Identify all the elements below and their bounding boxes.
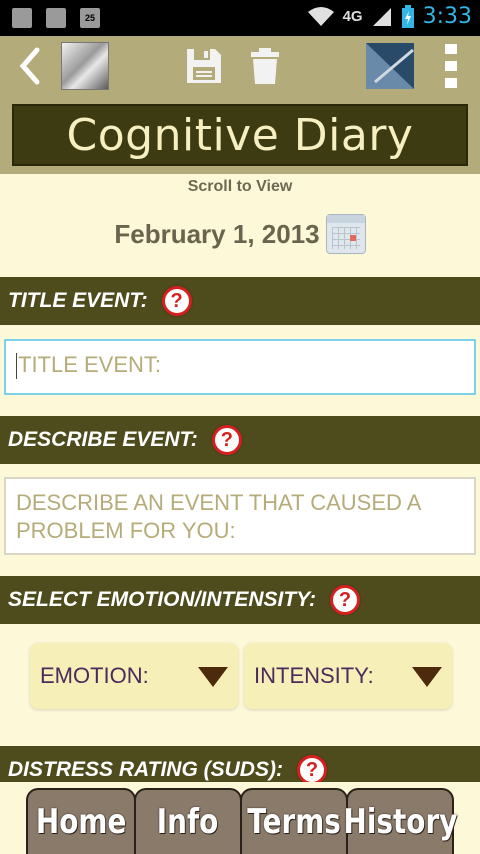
- help-icon[interactable]: ?: [161, 286, 192, 316]
- nav-terms[interactable]: Terms: [240, 788, 348, 854]
- help-icon[interactable]: ?: [296, 755, 327, 785]
- app-logo-icon: [61, 42, 109, 90]
- notification-badge-icon: 25: [80, 8, 100, 28]
- app-title: Cognitive Diary: [66, 109, 414, 161]
- calendar-icon[interactable]: [325, 214, 366, 254]
- chevron-down-icon: [198, 667, 228, 687]
- nav-info[interactable]: Info: [134, 788, 242, 854]
- section-title: TITLE EVENT:: [8, 289, 148, 312]
- signal-icon: [372, 7, 391, 26]
- help-icon[interactable]: ?: [211, 425, 242, 455]
- intensity-label: INTENSITY:: [254, 663, 374, 688]
- emotion-dropdown[interactable]: EMOTION:: [30, 643, 238, 709]
- save-icon: [187, 49, 221, 83]
- back-icon: [19, 47, 40, 85]
- chevron-down-icon: [412, 667, 442, 687]
- describe-event-input[interactable]: DESCRIBE AN EVENT THAT CAUSED A PROBLEM …: [4, 477, 476, 555]
- date-label[interactable]: February 1, 2013: [114, 219, 319, 250]
- clock: 3:33: [422, 4, 472, 29]
- title-event-header: TITLE EVENT: ?: [0, 277, 480, 325]
- battery-icon: [401, 4, 414, 28]
- status-bar: 25 4G 3:33: [0, 0, 480, 36]
- overflow-menu-icon: [445, 44, 457, 88]
- nav-info-label: Info: [157, 802, 219, 842]
- intensity-dropdown[interactable]: INTENSITY:: [244, 643, 452, 709]
- bottom-nav: Home Info Terms History: [0, 782, 480, 854]
- nav-home-label: Home: [35, 802, 127, 842]
- network-type: 4G: [342, 8, 363, 25]
- select-emotion-header: SELECT EMOTION/INTENSITY: ?: [0, 576, 480, 624]
- tile-icon: [366, 43, 414, 89]
- nav-home[interactable]: Home: [26, 788, 136, 854]
- notification-plus-icon: [46, 8, 66, 28]
- describe-event-header: DESCRIBE EVENT: ?: [0, 416, 480, 464]
- nav-history-label: History: [343, 802, 457, 842]
- notification-box-icon: [12, 8, 32, 28]
- nav-history[interactable]: History: [343, 788, 457, 854]
- back-button[interactable]: [10, 36, 50, 96]
- trash-icon: [251, 48, 279, 84]
- emotion-label: EMOTION:: [40, 663, 149, 688]
- overflow-menu-button[interactable]: [436, 36, 466, 96]
- help-icon[interactable]: ?: [330, 585, 361, 615]
- wifi-icon: [307, 6, 334, 26]
- nav-terms-label: Terms: [247, 802, 341, 842]
- date-row: February 1, 2013: [0, 210, 480, 258]
- section-title: DISTRESS RATING (SUDS):: [8, 758, 283, 781]
- describe-event-placeholder: DESCRIBE AN EVENT THAT CAUSED A PROBLEM …: [16, 490, 421, 543]
- tile-button[interactable]: [364, 36, 416, 96]
- header-area: Cognitive Diary: [0, 96, 480, 174]
- delete-button[interactable]: [246, 36, 284, 96]
- section-title: SELECT EMOTION/INTENSITY:: [8, 588, 317, 611]
- action-bar: [0, 36, 480, 96]
- title-event-placeholder: TITLE EVENT:: [18, 352, 162, 377]
- section-title: DESCRIBE EVENT:: [8, 428, 198, 451]
- scroll-hint: Scroll to View: [187, 178, 293, 195]
- header-banner: Cognitive Diary: [12, 104, 468, 166]
- title-event-input[interactable]: TITLE EVENT:: [4, 339, 476, 395]
- save-button[interactable]: [182, 36, 226, 96]
- app-logo[interactable]: [60, 36, 110, 96]
